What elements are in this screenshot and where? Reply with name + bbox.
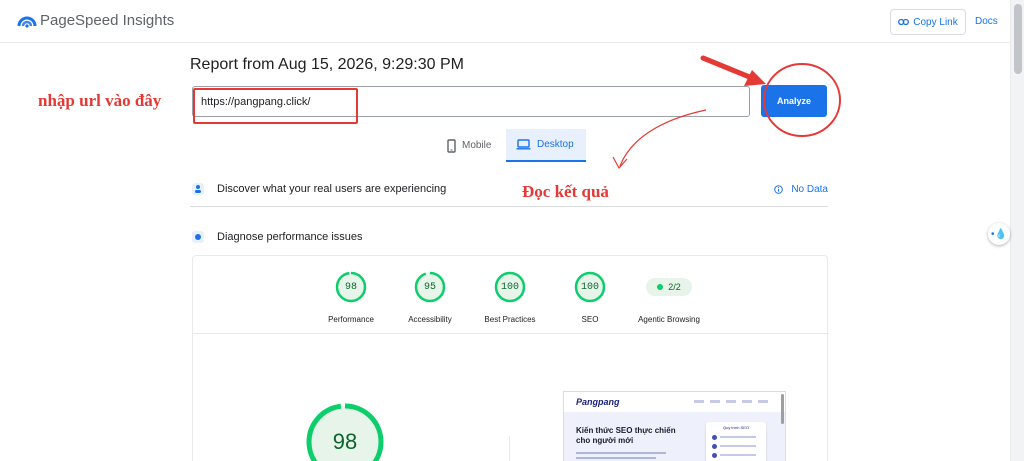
discover-label: Discover what your real users are experi… [217,182,447,195]
scrollbar-thumb[interactable] [1014,4,1022,74]
preview-logo: Pangpang [576,397,620,407]
preview-heading: Kiến thức SEO thực chiến cho người mới [576,426,676,445]
gauge-value: 100 [580,281,599,293]
info-icon [774,184,784,194]
annotation-curve-arrowhead [612,156,628,170]
diagnose-icon [190,229,206,245]
side-widget-button[interactable]: •💧 [988,223,1010,245]
preview-panel-item [712,452,760,458]
phone-icon [447,138,456,153]
preview-nav: Pangpang [564,392,785,412]
gauge-label: Agentic Browsing [638,315,700,324]
gauge-label: Performance [328,315,374,324]
preview-panel: Quy trình SEO [706,422,766,461]
preview-panel-item [712,434,760,440]
divider [509,436,510,461]
analyze-button[interactable]: Analyze [761,85,827,117]
url-input[interactable] [192,86,750,117]
score-card: 98 Performance 95 Accessibility 100 Best… [192,255,829,461]
docs-link[interactable]: Docs [975,16,998,27]
preview-text-line [576,457,656,459]
tab-desktop-label: Desktop [537,139,574,150]
gauge-label: Best Practices [484,315,536,324]
agentic-pill: 2/2 [646,278,692,296]
preview-panel-title: Quy trình SEO [722,425,749,430]
tab-desktop[interactable]: Desktop [506,129,586,162]
page-screenshot-preview: Pangpang Kiến thức SEO thực chiến cho ng… [563,391,786,461]
report-title: Report from Aug 15, 2026, 9:29:30 PM [190,56,464,73]
preview-scrollbar [781,394,784,424]
agentic-value: 2/2 [668,282,681,292]
annotation-url-note: nhập url vào đây [38,91,162,110]
copy-link-label: Copy Link [913,16,958,28]
copy-link-button[interactable]: Copy Link [890,9,966,35]
annotation-arrowhead-red [744,70,766,86]
pagespeed-logo-icon [17,16,37,28]
gauge-accessibility[interactable]: 95 Accessibility [385,270,475,324]
preview-hero: Kiến thức SEO thực chiến cho người mới Q… [564,412,785,461]
gauge-agentic-browsing[interactable]: 2/2 Agentic Browsing [624,270,714,324]
discover-section[interactable]: Discover what your real users are experi… [190,171,828,207]
tab-mobile[interactable]: Mobile [437,129,505,162]
preview-menu [694,400,768,403]
link-icon [898,18,910,26]
annotation-curve-arrow [619,109,707,167]
gauge-performance[interactable]: 98 Performance [306,270,396,324]
no-data-indicator[interactable]: No Data [774,171,828,207]
preview-panel-item [712,443,760,449]
scrollbar[interactable] [1010,0,1024,461]
annotation-arrow-red [700,55,755,81]
diagnose-section: Diagnose performance issues [190,222,828,252]
gauge-label: SEO [581,315,599,324]
preview-text-line [576,452,666,454]
gauge-best-practices[interactable]: 100 Best Practices [465,270,555,324]
gauge-value: 100 [500,281,519,293]
main-performance-gauge: 98 [304,401,386,461]
main-score-value: 98 [332,429,358,454]
pass-dot-icon [657,284,664,290]
tab-mobile-label: Mobile [462,140,492,151]
gauge-label: Accessibility [408,315,452,324]
gauge-value: 98 [344,281,357,293]
score-gauges: 98 Performance 95 Accessibility 100 Best… [193,256,829,334]
gauge-seo[interactable]: 100 SEO [545,270,635,324]
gauge-value: 95 [423,281,436,293]
users-icon [190,181,206,197]
app-title: PageSpeed Insights [40,12,175,29]
droplet-icon: •💧 [991,228,1007,240]
page: PageSpeed Insights Copy Link Docs •💧 Rep… [0,0,1024,461]
top-bar: PageSpeed Insights Copy Link Docs [0,0,1010,43]
no-data-label: No Data [791,183,828,195]
laptop-icon [516,139,531,150]
diagnose-label: Diagnose performance issues [217,231,363,243]
